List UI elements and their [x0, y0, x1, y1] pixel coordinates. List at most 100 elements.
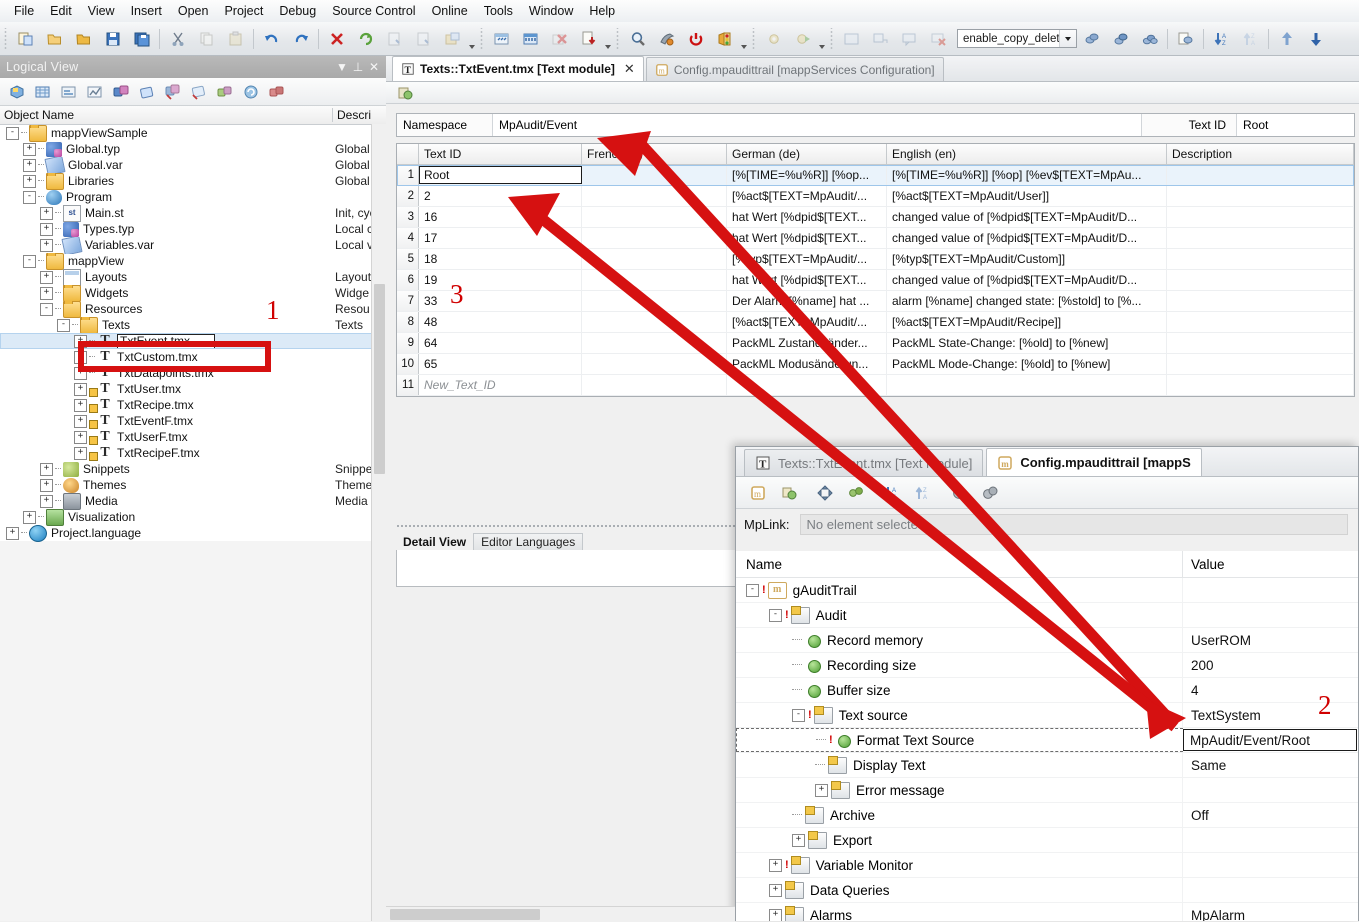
grid-cell-german[interactable]: Der Alarm [%name] hat ...	[727, 291, 887, 311]
add-green-icon[interactable]	[212, 80, 238, 104]
config-row-data-queries[interactable]: + Data Queries	[736, 878, 1358, 903]
menu-item-view[interactable]: View	[80, 2, 123, 20]
expand-icon[interactable]: +	[6, 526, 19, 540]
config-row-value[interactable]	[1183, 853, 1358, 877]
panel-close-icon[interactable]	[925, 25, 952, 52]
config-tab-1[interactable]: T Texts::TxtEvent.tmx [Text module]	[744, 449, 984, 476]
tree-item-mappview[interactable]: - mappView	[0, 252, 386, 270]
redo-icon[interactable]	[287, 25, 314, 52]
build-config-icon[interactable]	[439, 25, 466, 52]
expand-icon[interactable]: +	[40, 238, 53, 252]
config-row-archive[interactable]: Archive Off	[736, 803, 1358, 828]
config-row-value[interactable]	[1183, 603, 1358, 627]
expand-icon[interactable]: +	[74, 446, 87, 460]
collapse-icon[interactable]: -	[6, 126, 19, 140]
expand-icon[interactable]: +	[74, 430, 87, 444]
grid-cell-english[interactable]: changed value of [%dpid$[TEXT=MpAudit/D.…	[887, 228, 1167, 248]
config-row-value[interactable]	[1183, 778, 1358, 802]
grid-cell-german[interactable]: [%act$[TEXT=MpAudit/...	[727, 312, 887, 332]
chevron-down-icon[interactable]: ▼	[334, 59, 350, 75]
grid-row[interactable]: 7 33 Der Alarm [%name] hat ... alarm [%name…	[397, 291, 1354, 312]
menu-item-project[interactable]: Project	[216, 2, 271, 20]
toolbar-drag-handle[interactable]	[2, 27, 9, 50]
tree-item-snippets[interactable]: + Snippets Snippe	[0, 461, 386, 477]
link-icon[interactable]	[1078, 25, 1105, 52]
grid-cell-description[interactable]	[1167, 228, 1354, 248]
grid-cell-german[interactable]: [%typ$[TEXT=MpAudit/...	[727, 249, 887, 269]
sort-az-icon[interactable]: AZ	[878, 480, 906, 506]
link-all-icon[interactable]	[1136, 25, 1163, 52]
tree-item-libraries[interactable]: + Libraries Global	[0, 172, 386, 190]
grid-cell-german[interactable]	[727, 375, 887, 395]
pin-icon[interactable]: ⊥	[350, 59, 366, 75]
config-row-display-text[interactable]: Display Text Same	[736, 753, 1358, 778]
toolbar-drag-handle[interactable]	[614, 27, 621, 50]
grid-cell-english[interactable]	[887, 375, 1167, 395]
globes-icon[interactable]	[976, 480, 1004, 506]
menu-item-source-control[interactable]: Source Control	[324, 2, 423, 20]
expand-icon[interactable]: +	[40, 462, 53, 476]
config-grid-body[interactable]: -! m gAuditTrail -! Audit Record memory UserRO…	[736, 578, 1358, 921]
insert-text-icon[interactable]	[391, 79, 418, 106]
cut-icon[interactable]	[164, 25, 191, 52]
link-doc-icon[interactable]	[1172, 25, 1199, 52]
grid-cell-text-id[interactable]: 17	[419, 228, 582, 248]
expand-icon[interactable]: +	[23, 510, 36, 524]
config-row-audit[interactable]: -! Audit	[736, 603, 1358, 628]
sort-za-icon[interactable]: ZA	[1237, 25, 1264, 52]
tree-item-txtrecipe-tmx[interactable]: + T TxtRecipe.tmx	[0, 397, 386, 413]
tree-item-txtuser-tmx[interactable]: + T TxtUser.tmx	[0, 381, 386, 397]
grid-row[interactable]: 2 2 [%act$[TEXT=MpAudit/... [%act$[TEXT=MpA…	[397, 186, 1354, 207]
delete-icon[interactable]	[323, 25, 350, 52]
close-icon[interactable]: ✕	[366, 59, 382, 75]
tree-item-texts[interactable]: - Texts Texts	[0, 316, 386, 334]
grid-cell-french[interactable]	[582, 249, 727, 269]
menu-item-insert[interactable]: Insert	[123, 2, 170, 20]
watch-icon[interactable]	[653, 25, 680, 52]
grid-cell-german[interactable]: [%act$[TEXT=MpAudit/...	[727, 186, 887, 206]
grid-cell-description[interactable]	[1167, 333, 1354, 353]
editor-tab-1[interactable]: T Texts::TxtEvent.tmx [Text module] ✕	[392, 56, 644, 81]
grid-row[interactable]: 1 Root [%[TIME=%u%R]] [%op... [%[TIME=%u%R]…	[397, 165, 1354, 186]
grid-cell-english[interactable]: alarm [%name] changed state: [%stold] to…	[887, 291, 1167, 311]
tree-item-themes[interactable]: + Themes Theme	[0, 477, 386, 493]
config-row-record-memory[interactable]: Record memory UserROM	[736, 628, 1358, 653]
menu-item-tools[interactable]: Tools	[476, 2, 521, 20]
chevron-down-icon[interactable]	[1059, 30, 1076, 47]
config-row-value[interactable]: 200	[1183, 653, 1358, 677]
grid-cell-english[interactable]: [%[TIME=%u%R]] [%op] [%ev$[TEXT=MpAu...	[887, 165, 1167, 185]
menu-item-help[interactable]: Help	[581, 2, 623, 20]
remove-transfer-icon[interactable]	[546, 25, 573, 52]
expand-icon[interactable]: +	[40, 222, 53, 236]
texts-grid[interactable]: Text ID French (fr) German (de) English (en…	[396, 143, 1355, 397]
text-id-input[interactable]: Root	[1236, 114, 1354, 136]
expand-icon[interactable]: +	[23, 174, 36, 188]
menu-item-open[interactable]: Open	[170, 2, 217, 20]
namespace-input[interactable]: MpAudit/Event	[493, 114, 1141, 136]
grid-cell-english[interactable]: [%typ$[TEXT=MpAudit/Custom]]	[887, 249, 1167, 269]
logical-view-hscrollbar-thumb[interactable]	[390, 909, 540, 920]
tree-item-global-typ[interactable]: + Global.typ Global	[0, 141, 386, 157]
collapse-icon[interactable]: -	[23, 190, 36, 204]
grid-cell-french[interactable]	[582, 354, 727, 374]
open-folder-icon[interactable]	[70, 25, 97, 52]
toolbar-overflow-icon[interactable]	[817, 25, 826, 52]
panel-out-icon[interactable]	[867, 25, 894, 52]
grid-cell-text-id[interactable]: 33	[419, 291, 582, 311]
config-property-grid[interactable]: Name Value -! m gAuditTrail -! Audit Record m…	[736, 551, 1358, 921]
grid-cell-description[interactable]	[1167, 291, 1354, 311]
package-icon[interactable]	[4, 80, 30, 104]
expand-icon[interactable]: +	[40, 494, 53, 508]
menu-item-file[interactable]: File	[6, 2, 42, 20]
tree-item-txteventf-tmx[interactable]: + T TxtEventF.tmx	[0, 413, 386, 429]
tree-item-main-st[interactable]: + st Main.st Init, cyc	[0, 204, 386, 222]
tree-item-widgets[interactable]: + Widgets Widge	[0, 284, 386, 302]
expand-icon[interactable]: +	[815, 783, 828, 797]
grid-column-french-fr-[interactable]: French (fr)	[582, 144, 727, 164]
grid-cell-german[interactable]: PackML Modusänderun...	[727, 354, 887, 374]
config-tab-2[interactable]: m Config.mpaudittrail [mappS	[986, 448, 1202, 476]
mapp-component-icon[interactable]: m	[744, 480, 772, 506]
transfer-all-icon[interactable]	[517, 25, 544, 52]
config-row-value[interactable]	[1183, 828, 1358, 852]
grid-cell-text-id[interactable]: 19	[419, 270, 582, 290]
